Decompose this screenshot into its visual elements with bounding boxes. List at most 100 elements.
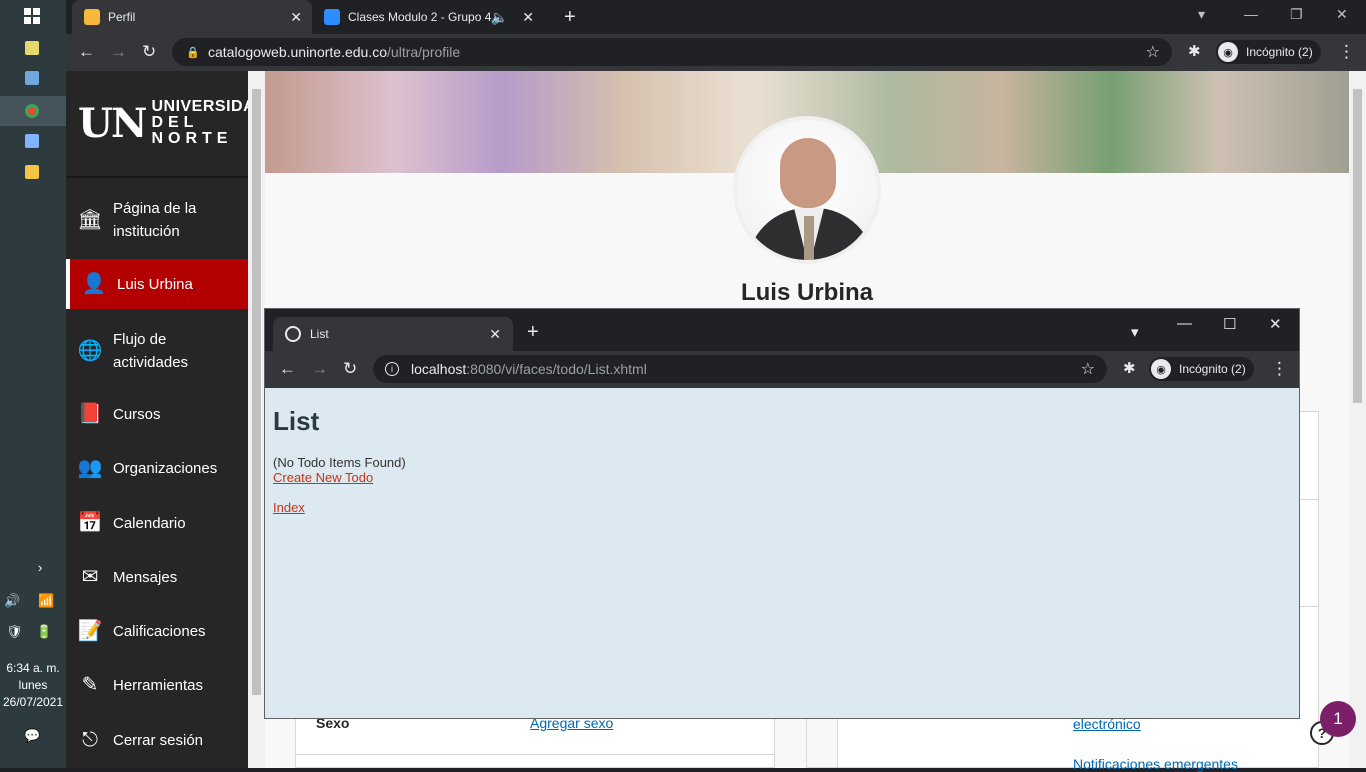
info-icon[interactable]: i <box>385 362 399 376</box>
bookmark-star-icon[interactable]: ☆ <box>1081 359 1095 379</box>
logout-icon: ⎋ <box>82 728 98 751</box>
incognito-icon: ◉ <box>1151 359 1171 379</box>
sidebar-item-organizations[interactable]: 👥 Organizaciones <box>66 456 248 480</box>
file-explorer-icon[interactable] <box>22 162 42 182</box>
sidebar-item-label: Herramientas <box>113 676 204 694</box>
page-title: List <box>273 406 320 436</box>
notification-badge[interactable]: 1 <box>1320 701 1356 737</box>
sidebar-item-label: Mensajes <box>113 568 178 586</box>
menu-icon[interactable]: ⋮ <box>1338 42 1355 62</box>
shield-icon[interactable]: 🛡 <box>6 624 23 640</box>
scrollbar-thumb[interactable] <box>252 89 261 695</box>
extensions-icon[interactable]: ✱ <box>1123 359 1136 377</box>
sidebar-item-label: Luis Urbina <box>117 275 193 293</box>
back-icon[interactable]: ← <box>279 359 296 379</box>
close-tab-icon[interactable]: ✕ <box>522 9 534 26</box>
battery-icon[interactable]: 🔋 <box>36 624 52 640</box>
taskbar-clock[interactable]: 6:34 a. m. lunes 26/07/2021 <box>0 660 66 711</box>
forward-icon[interactable]: → <box>110 42 127 62</box>
chrome-icon[interactable] <box>22 101 42 121</box>
address-bar[interactable]: i localhost:8080/vi/faces/todo/List.xhtm… <box>373 355 1107 383</box>
mail-icon: ✉ <box>81 565 99 588</box>
sidebar-item-messages[interactable]: ✉ Mensajes <box>66 565 248 589</box>
maximize-icon[interactable]: ☐ <box>1223 315 1236 333</box>
avatar[interactable] <box>733 116 881 264</box>
index-link[interactable]: Index <box>273 500 1291 515</box>
wifi-icon[interactable]: 📶 <box>38 593 54 609</box>
incognito-badge[interactable]: ◉ Incógnito (2) <box>1149 357 1254 381</box>
close-tab-icon[interactable]: ✕ <box>489 326 501 343</box>
profile-name: Luis Urbina <box>740 279 873 306</box>
incognito-icon: ◉ <box>1218 42 1238 62</box>
clock-day: lunes <box>18 678 48 692</box>
notifications-icon[interactable]: 💬 <box>24 728 40 744</box>
scrollbar-thumb[interactable] <box>1353 89 1362 403</box>
sidebar-item-grades[interactable]: 📝 Calificaciones <box>66 619 248 643</box>
sidebar: UN UNIVERSIDAD DEL NORTE 🏛 Página de la … <box>66 71 267 768</box>
incognito-label: Incógnito (2) <box>1179 362 1246 376</box>
sidebar-item-activity[interactable]: 🌐 Flujo de actividades <box>66 326 248 376</box>
close-window-icon[interactable]: ✕ <box>1336 6 1348 23</box>
sidebar-divider <box>66 176 248 178</box>
tab-label: Clases Modulo 2 - Grupo 4 <box>348 10 492 24</box>
sidebar-item-tools[interactable]: ✎ Herramientas <box>66 673 248 697</box>
extensions-icon[interactable]: ✱ <box>1188 42 1201 60</box>
task-manager-icon[interactable] <box>22 68 42 88</box>
address-bar[interactable]: 🔒 catalogoweb.uninorte.edu.co/ultra/prof… <box>172 38 1172 66</box>
bookmark-star-icon[interactable]: ☆ <box>1146 42 1160 62</box>
clock-time: 6:34 a. m. <box>6 661 60 675</box>
chevron-right-icon[interactable]: › <box>38 560 42 575</box>
tab-search-icon[interactable]: ▾ <box>1198 6 1205 23</box>
sidebar-item-profile[interactable]: 👤 Luis Urbina <box>66 259 248 309</box>
tab-perfil[interactable]: Perfil ✕ <box>72 0 312 34</box>
sidebar-item-label: Cerrar sesión <box>113 731 204 749</box>
sidebar-scrollbar[interactable] <box>248 71 265 768</box>
book-icon: 📕 <box>77 402 103 425</box>
app-cube-icon[interactable] <box>22 131 42 151</box>
page-scrollbar[interactable] <box>1349 71 1366 768</box>
reload-icon[interactable]: ↻ <box>343 359 357 379</box>
popup-toolbar: ← → ↻ i localhost:8080/vi/faces/todo/Lis… <box>265 351 1299 388</box>
sidebar-item-calendar[interactable]: 📅 Calendario <box>66 511 248 535</box>
create-todo-link[interactable]: Create New Todo <box>273 470 1291 485</box>
forward-icon[interactable]: → <box>311 359 328 379</box>
minimize-icon[interactable]: — <box>1177 315 1192 332</box>
url-host: localhost <box>411 361 467 377</box>
sidebar-item-label: Calendario <box>113 514 186 532</box>
close-tab-icon[interactable]: ✕ <box>290 9 302 26</box>
tab-search-icon[interactable]: ▾ <box>1131 323 1139 341</box>
new-tab-icon[interactable]: + <box>564 6 576 29</box>
windows-taskbar: › 🔊 📶 🛡 🔋 6:34 a. m. lunes 26/07/2021 💬 <box>0 0 66 768</box>
close-window-icon[interactable]: ✕ <box>1269 315 1282 333</box>
url-path: :8080/vi/faces/todo/List.xhtml <box>466 361 647 377</box>
popup-page-content: List (No Todo Items Found) Create New To… <box>265 388 1299 718</box>
notepad-icon[interactable] <box>22 38 42 58</box>
sidebar-item-label: Calificaciones <box>113 622 206 640</box>
card-divider <box>295 754 775 755</box>
sidebar-item-institution[interactable]: 🏛 Página de la institución <box>66 195 248 245</box>
clock-date: 26/07/2021 <box>2 695 64 709</box>
uninorte-logo[interactable]: UN UNIVERSIDAD DEL NORTE <box>78 99 267 147</box>
notifications-link[interactable]: Notificaciones emergentes <box>1073 756 1238 772</box>
lock-icon[interactable]: 🔒 <box>186 46 200 59</box>
back-icon[interactable]: ← <box>78 42 95 62</box>
volume-icon[interactable]: 🔊 <box>4 593 20 609</box>
windows-start-icon[interactable] <box>22 6 42 26</box>
incognito-label: Incógnito (2) <box>1246 45 1313 59</box>
sidebar-item-logout[interactable]: ⎋ Cerrar sesión <box>66 728 248 752</box>
sidebar-item-courses[interactable]: 📕 Cursos <box>66 402 248 426</box>
maximize-icon[interactable]: ❐ <box>1290 6 1303 23</box>
minimize-icon[interactable]: — <box>1244 6 1258 22</box>
tab-label: Perfil <box>108 10 136 24</box>
speaker-icon[interactable]: 🔈 <box>491 9 508 26</box>
browser-tab-strip: Perfil ✕ Clases Modulo 2 - Grupo 4 🔈 ✕ +… <box>66 0 1366 34</box>
incognito-badge[interactable]: ◉ Incógnito (2) <box>1216 40 1321 64</box>
menu-icon[interactable]: ⋮ <box>1271 359 1288 379</box>
tab-list[interactable]: List ✕ <box>273 317 513 351</box>
tools-icon: ✎ <box>81 673 99 696</box>
tab-label: List <box>310 327 329 341</box>
reload-icon[interactable]: ↻ <box>142 42 156 62</box>
tab-clases[interactable]: Clases Modulo 2 - Grupo 4 🔈 ✕ <box>312 0 544 34</box>
empty-message: (No Todo Items Found) <box>273 455 406 470</box>
new-tab-icon[interactable]: + <box>527 321 539 344</box>
